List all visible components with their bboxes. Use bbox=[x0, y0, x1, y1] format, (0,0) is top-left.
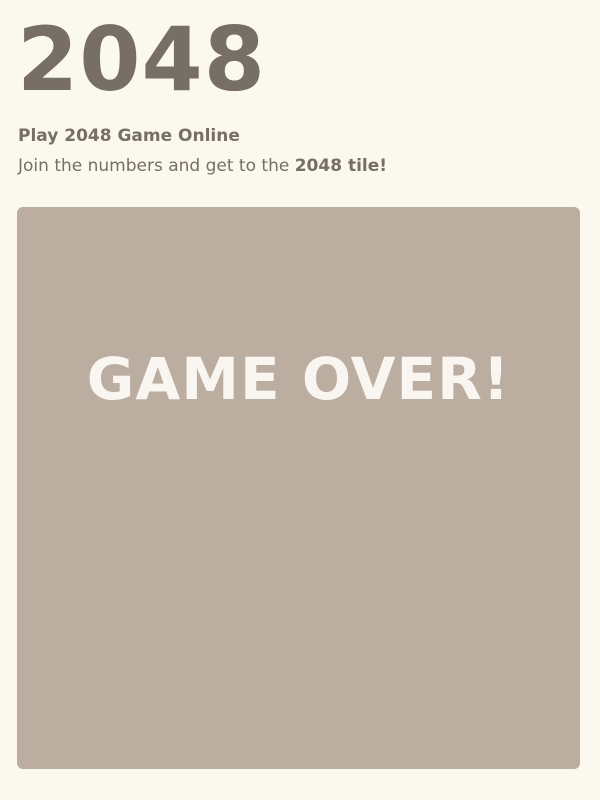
tagline-text: Join the numbers and get to the bbox=[18, 156, 295, 176]
game-subtitle: Play 2048 Game Online bbox=[18, 126, 240, 146]
tagline-goal: 2048 tile! bbox=[294, 156, 388, 176]
game-board[interactable]: GAME OVER! bbox=[17, 207, 580, 769]
game-tagline: Join the numbers and get to the 2048 til… bbox=[18, 154, 387, 178]
game-title: 2048 bbox=[17, 8, 266, 111]
game-over-message: GAME OVER! bbox=[86, 345, 511, 413]
